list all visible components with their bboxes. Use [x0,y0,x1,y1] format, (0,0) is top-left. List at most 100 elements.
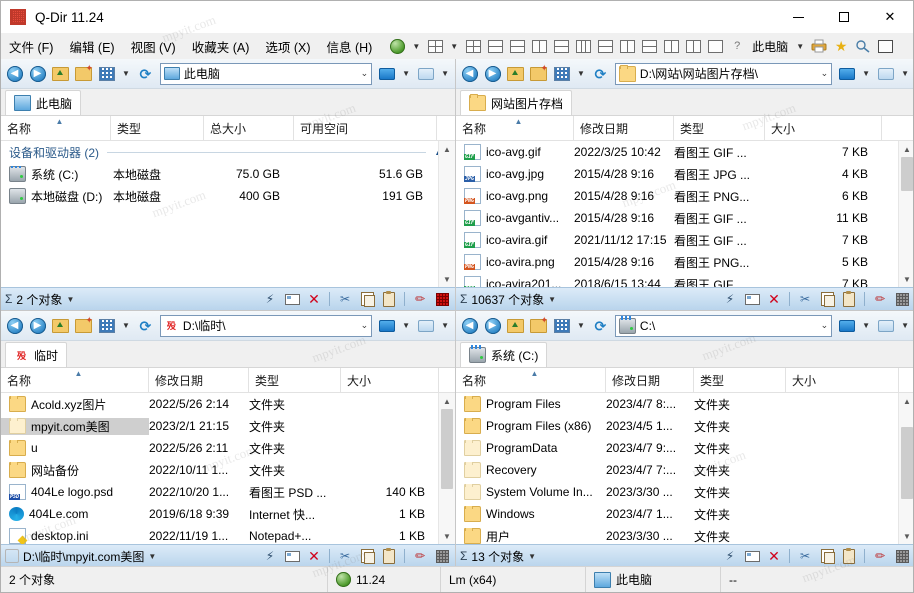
file-list[interactable]: 设备和驱动器 (2) ▲ 系统 (C:) 本地磁盘 75.0 GB 51.6 G… [1,141,455,287]
chevron-down-icon[interactable]: ▼ [437,321,453,330]
window-restore-icon[interactable] [874,35,896,57]
file-list[interactable]: Program Files 2023/4/7 8:... 文件夹 Program… [456,393,913,544]
table-row[interactable]: 系统 (C:) 本地磁盘 75.0 GB 51.6 GB [1,163,455,185]
chevron-down-icon[interactable]: ▼ [573,321,589,330]
chevron-down-icon[interactable]: ▼ [408,42,424,51]
copy-icon[interactable] [358,290,376,308]
grid-icon[interactable] [433,290,451,308]
delete-icon[interactable]: ✕ [765,290,783,308]
new-folder-button[interactable] [73,315,94,336]
copy-icon[interactable] [358,547,376,565]
table-row[interactable]: desktop.ini 2022/11/19 1... Notepad+... … [1,525,455,544]
chevron-down-icon[interactable]: ▼ [548,295,556,304]
layout-button-7[interactable] [594,35,616,57]
column-name[interactable]: 名称 ▲ [456,116,574,140]
chevron-down-icon[interactable]: ⌄ [817,320,829,331]
table-row[interactable]: GIF ico-avgantiv... 2015/4/28 9:16 看图王 GI… [456,207,913,229]
copy-icon[interactable] [818,547,836,565]
file-list[interactable]: Acold.xyz图片 2022/5/26 2:14 文件夹 mpyit.com… [1,393,455,544]
vertical-scrollbar[interactable]: ▲ ▼ [438,393,455,544]
table-row[interactable]: ProgramData 2023/4/7 9:... 文件夹 [456,437,913,459]
up-folder-button[interactable] [505,315,526,336]
chevron-down-icon[interactable]: ▼ [446,42,462,51]
flash-icon[interactable]: ⚡ [721,547,739,565]
layout-button-6[interactable] [572,35,594,57]
panel-view-button[interactable] [376,63,397,84]
table-row[interactable]: u 2022/5/26 2:11 文件夹 [1,437,455,459]
chevron-down-icon[interactable]: ▼ [398,321,414,330]
table-row[interactable]: GIF ico-avira.gif 2021/11/12 17:15 看图王 GI… [456,229,913,251]
table-row[interactable]: GIF ico-avira201... 2018/6/15 13:44 看图王 G… [456,273,913,287]
paste-icon[interactable] [840,290,858,308]
delete-icon[interactable]: ✕ [305,290,323,308]
menu-file[interactable]: 文件 (F) [1,34,61,59]
panel-view-button[interactable] [836,63,857,84]
tab-system-c[interactable]: 系统 (C:) [460,342,548,367]
address-bar[interactable]: 殁 D:\临时\ ⌄ [159,314,373,337]
refresh-button[interactable]: ⟳ [590,63,611,84]
vertical-scrollbar[interactable]: ▲ ▼ [438,141,455,287]
column-type[interactable]: 类型 [249,368,341,392]
table-row[interactable]: PSD 404Le logo.psd 2022/10/20 1... 看图王 PS… [1,481,455,503]
back-button[interactable]: ◀ [459,315,480,336]
tab-folder[interactable]: 网站图片存档 [460,90,573,115]
column-date[interactable]: 修改日期 [149,368,249,392]
view-options-button[interactable] [551,63,572,84]
minimize-button[interactable] [775,1,821,33]
table-row[interactable]: 网站备份 2022/10/11 1... 文件夹 [1,459,455,481]
chevron-down-icon[interactable]: ▼ [398,69,414,78]
table-row[interactable]: Program Files (x86) 2023/4/5 1... 文件夹 [456,415,913,437]
table-row[interactable]: JPG ico-avg.jpg 2015/4/28 9:16 看图王 JPG ..… [456,163,913,185]
column-size[interactable]: 大小 [765,116,882,140]
panel-view-button[interactable] [376,315,397,336]
globe-icon[interactable] [386,35,408,57]
edit-pen-icon[interactable]: ✏ [871,547,889,565]
layout-button-10[interactable] [660,35,682,57]
column-size[interactable]: 大小 [341,368,439,392]
paste-icon[interactable] [380,547,398,565]
chevron-down-icon[interactable]: ▼ [437,69,453,78]
chevron-down-icon[interactable]: ▼ [573,69,589,78]
layout-button-1[interactable] [462,35,484,57]
menu-info[interactable]: 信息 (H) [319,34,381,59]
column-name[interactable]: 名称 ▲ [1,116,111,140]
table-row[interactable]: Acold.xyz图片 2022/5/26 2:14 文件夹 [1,393,455,415]
layout-button-2[interactable] [484,35,506,57]
star-favorite-icon[interactable]: ★ [830,35,852,57]
scroll-up-icon[interactable]: ▲ [899,393,913,409]
flash-icon[interactable]: ⚡ [721,290,739,308]
refresh-button[interactable]: ⟳ [590,315,611,336]
chevron-down-icon[interactable]: ⌄ [357,68,369,79]
rename-icon[interactable] [283,290,301,308]
column-name[interactable]: 名称 ▲ [1,368,149,392]
grid-icon[interactable] [893,290,911,308]
address-bar[interactable]: D:\网站\网站图片存档\ ⌄ [614,62,833,85]
new-folder-button[interactable] [528,63,549,84]
chevron-down-icon[interactable]: ⌄ [817,68,829,79]
column-date[interactable]: 修改日期 [574,116,674,140]
menu-options[interactable]: 选项 (X) [257,34,318,59]
layout-button-3[interactable] [506,35,528,57]
panel-split-button[interactable] [415,63,436,84]
cut-icon[interactable]: ✂ [336,290,354,308]
layout-button-9[interactable] [638,35,660,57]
tab-temp[interactable]: 殁 临时 [5,342,68,367]
chevron-down-icon[interactable]: ▼ [897,69,913,78]
file-list[interactable]: GIF ico-avg.gif 2022/3/25 10:42 看图王 GIF .… [456,141,913,287]
table-row[interactable]: GIF ico-avg.gif 2022/3/25 10:42 看图王 GIF .… [456,141,913,163]
refresh-button[interactable]: ⟳ [135,315,156,336]
chevron-down-icon[interactable]: ⌄ [357,320,369,331]
column-size[interactable]: 大小 [786,368,899,392]
table-row[interactable]: 404Le.com 2019/6/18 9:39 Internet 快... 1… [1,503,455,525]
chevron-down-icon[interactable]: ▼ [148,552,156,561]
forward-button[interactable]: ▶ [482,63,503,84]
chevron-down-icon[interactable]: ▼ [858,69,874,78]
rename-icon[interactable] [283,547,301,565]
layout-button-8[interactable] [616,35,638,57]
paste-icon[interactable] [380,290,398,308]
up-folder-button[interactable] [505,63,526,84]
layout-button-5[interactable] [550,35,572,57]
scroll-down-icon[interactable]: ▼ [439,271,455,287]
edit-pen-icon[interactable]: ✏ [411,290,429,308]
layout-button-11[interactable] [682,35,704,57]
